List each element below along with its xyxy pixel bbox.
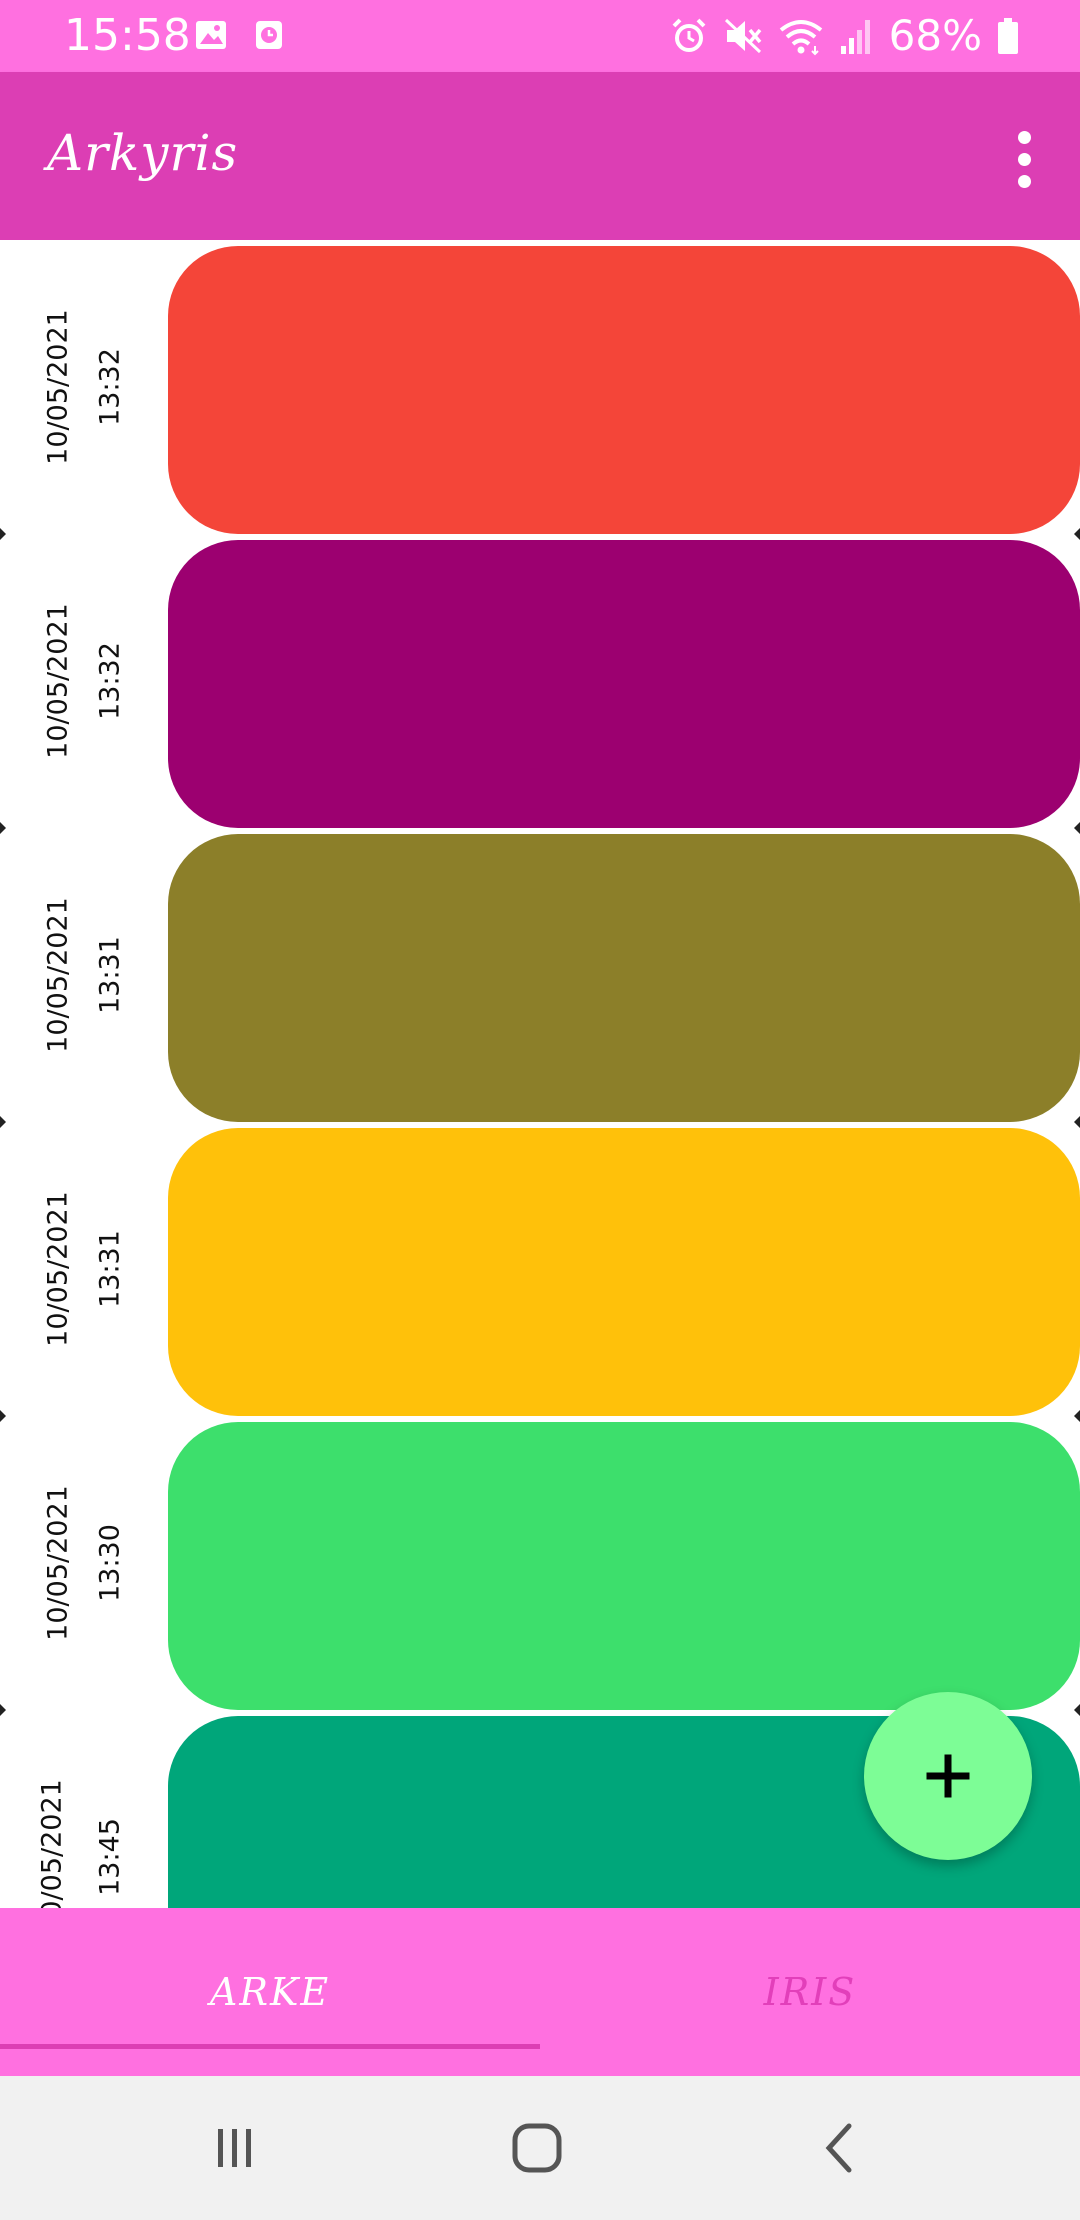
divider-tick [1074, 822, 1080, 834]
divider-tick [1074, 1704, 1080, 1716]
entry-time: 13:45 [94, 1818, 126, 1896]
entry-time: 13:31 [94, 936, 126, 1014]
app-title: Arkyris [47, 124, 239, 182]
entry-timestamp: 10/05/2021 13:32 [0, 534, 168, 828]
status-notification-icons [194, 18, 286, 52]
entry-time: 13:32 [94, 348, 126, 426]
color-entries-list[interactable]: 10/05/2021 13:32 10/05/2021 13:32 10/05/… [0, 240, 1080, 1908]
list-item: 10/05/2021 13:30 [0, 1410, 1080, 1710]
entry-time: 13:32 [94, 642, 126, 720]
entry-date: 10/05/2021 [42, 1191, 74, 1347]
status-system-icons: 68% [669, 8, 1020, 64]
tab-arke[interactable]: ARKE [0, 1908, 540, 2076]
signal-icon [839, 16, 875, 56]
entry-timestamp: 10/05/2021 13:31 [0, 828, 168, 1122]
app-bar: Arkyris [0, 72, 1080, 240]
more-options-button[interactable] [996, 124, 1052, 194]
tab-bar: ARKE IRIS [0, 1908, 1080, 2076]
status-time: 15:58 [64, 10, 191, 61]
alarm-icon [669, 16, 709, 56]
add-color-button[interactable] [864, 1692, 1032, 1860]
battery-percent: 68% [888, 11, 982, 60]
divider-tick [1074, 1410, 1080, 1422]
entry-date: 10/05/2021 [42, 897, 74, 1053]
home-icon [509, 2120, 565, 2176]
color-swatch[interactable] [168, 246, 1080, 534]
wifi-icon [777, 16, 825, 56]
home-button[interactable] [487, 2112, 587, 2184]
list-item: 10/05/2021 13:32 [0, 240, 1080, 534]
entry-timestamp: 10/05/2021 13:45 [0, 1710, 168, 1908]
entry-timestamp: 10/05/2021 13:32 [0, 240, 168, 534]
tab-iris[interactable]: IRIS [540, 1908, 1080, 2076]
more-vert-icon-dot [1017, 152, 1031, 166]
mute-icon [723, 16, 763, 56]
color-swatch[interactable] [168, 1422, 1080, 1710]
screen: 15:58 68% Arkyris 10/05/2021 13:32 10/05… [0, 0, 1080, 2220]
status-bar: 15:58 68% [0, 0, 1080, 72]
battery-icon [996, 16, 1020, 56]
clock-app-icon [252, 18, 286, 52]
entry-date: 10/05/2021 [42, 309, 74, 465]
more-vert-icon-dot [1017, 174, 1031, 188]
entry-timestamp: 10/05/2021 13:30 [0, 1416, 168, 1710]
divider-tick [1074, 1116, 1080, 1128]
plus-icon [924, 1752, 972, 1800]
color-swatch[interactable] [168, 1128, 1080, 1416]
recents-button[interactable] [185, 2112, 285, 2184]
color-swatch[interactable] [168, 834, 1080, 1122]
entry-time: 13:30 [94, 1524, 126, 1602]
divider-tick [1074, 528, 1080, 540]
list-item: 10/05/2021 13:31 [0, 822, 1080, 1122]
entry-date: 10/05/2021 [36, 1779, 68, 1908]
entry-time: 13:31 [94, 1230, 126, 1308]
entry-date: 10/05/2021 [42, 1485, 74, 1641]
color-swatch[interactable] [168, 540, 1080, 828]
entry-timestamp: 10/05/2021 13:31 [0, 1122, 168, 1416]
system-nav-bar [0, 2076, 1080, 2220]
more-vert-icon [1017, 130, 1031, 144]
list-item: 10/05/2021 13:31 [0, 1116, 1080, 1416]
back-icon [815, 2120, 865, 2176]
list-item: 10/05/2021 13:32 [0, 528, 1080, 828]
entry-date: 10/05/2021 [42, 603, 74, 759]
tab-indicator [0, 2044, 540, 2049]
recents-icon [210, 2123, 260, 2173]
back-button[interactable] [790, 2112, 890, 2184]
image-icon [194, 18, 228, 52]
